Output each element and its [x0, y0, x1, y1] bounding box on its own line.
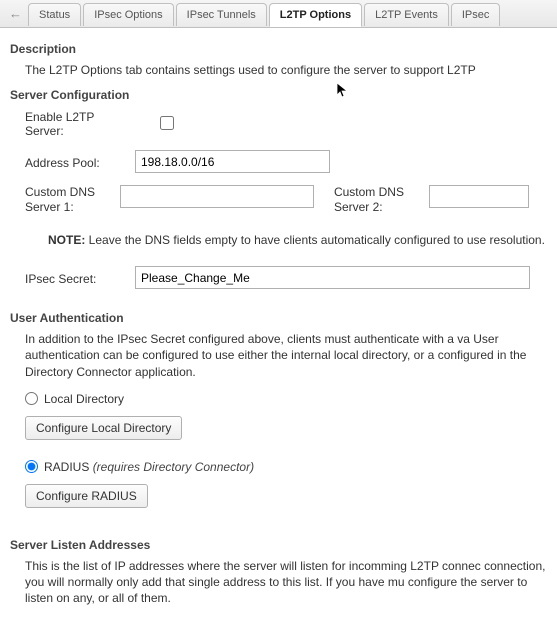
enable-l2tp-row: Enable L2TP Server:: [10, 108, 549, 138]
enable-l2tp-checkbox[interactable]: [160, 116, 174, 130]
tab-l2tp-events[interactable]: L2TP Events: [364, 3, 449, 26]
tab-l2tp-options[interactable]: L2TP Options: [269, 3, 362, 27]
dns1-label: Custom DNS Server 1:: [25, 185, 112, 214]
address-pool-row: Address Pool:: [10, 150, 549, 173]
note-bold: NOTE:: [48, 233, 85, 247]
address-pool-input[interactable]: [135, 150, 330, 173]
local-directory-row: Local Directory: [10, 392, 549, 406]
user-auth-text: In addition to the IPsec Secret configur…: [10, 331, 549, 380]
content-area: Description The L2TP Options tab contain…: [0, 28, 557, 626]
enable-l2tp-label: Enable L2TP Server:: [25, 108, 135, 138]
nav-back-arrow: ←: [3, 6, 28, 21]
radius-radio[interactable]: [25, 460, 38, 473]
tab-ipsec[interactable]: IPsec: [451, 3, 501, 26]
radius-label-text: RADIUS: [44, 460, 93, 474]
tab-ipsec-tunnels[interactable]: IPsec Tunnels: [176, 3, 267, 26]
ipsec-secret-row: IPsec Secret:: [10, 266, 549, 289]
configure-local-button[interactable]: Configure Local Directory: [25, 416, 182, 440]
server-config-title: Server Configuration: [10, 88, 549, 102]
description-text: The L2TP Options tab contains settings u…: [10, 62, 549, 78]
note-text: Leave the DNS fields empty to have clien…: [85, 233, 545, 247]
dns-note: NOTE: Leave the DNS fields empty to have…: [10, 232, 549, 248]
dns2-label: Custom DNS Server 2:: [334, 185, 421, 214]
listen-title: Server Listen Addresses: [10, 538, 549, 552]
ipsec-secret-label: IPsec Secret:: [25, 270, 135, 286]
address-pool-label: Address Pool:: [25, 154, 135, 170]
radius-italic: (requires Directory Connector): [93, 460, 254, 474]
tab-ipsec-options[interactable]: IPsec Options: [83, 3, 173, 26]
listen-text: This is the list of IP addresses where t…: [10, 558, 549, 607]
ipsec-secret-input[interactable]: [135, 266, 530, 289]
dns2-input[interactable]: [429, 185, 529, 208]
dns1-input[interactable]: [120, 185, 314, 208]
tab-status[interactable]: Status: [28, 3, 81, 26]
configure-radius-button[interactable]: Configure RADIUS: [25, 484, 148, 508]
radius-row: RADIUS (requires Directory Connector): [10, 460, 549, 474]
user-auth-title: User Authentication: [10, 311, 549, 325]
radius-label: RADIUS (requires Directory Connector): [44, 460, 254, 474]
local-directory-radio[interactable]: [25, 392, 38, 405]
tab-bar: ← Status IPsec Options IPsec Tunnels L2T…: [0, 0, 557, 28]
description-title: Description: [10, 42, 549, 56]
dns-row: Custom DNS Server 1: Custom DNS Server 2…: [10, 185, 549, 214]
local-directory-label: Local Directory: [44, 392, 124, 406]
